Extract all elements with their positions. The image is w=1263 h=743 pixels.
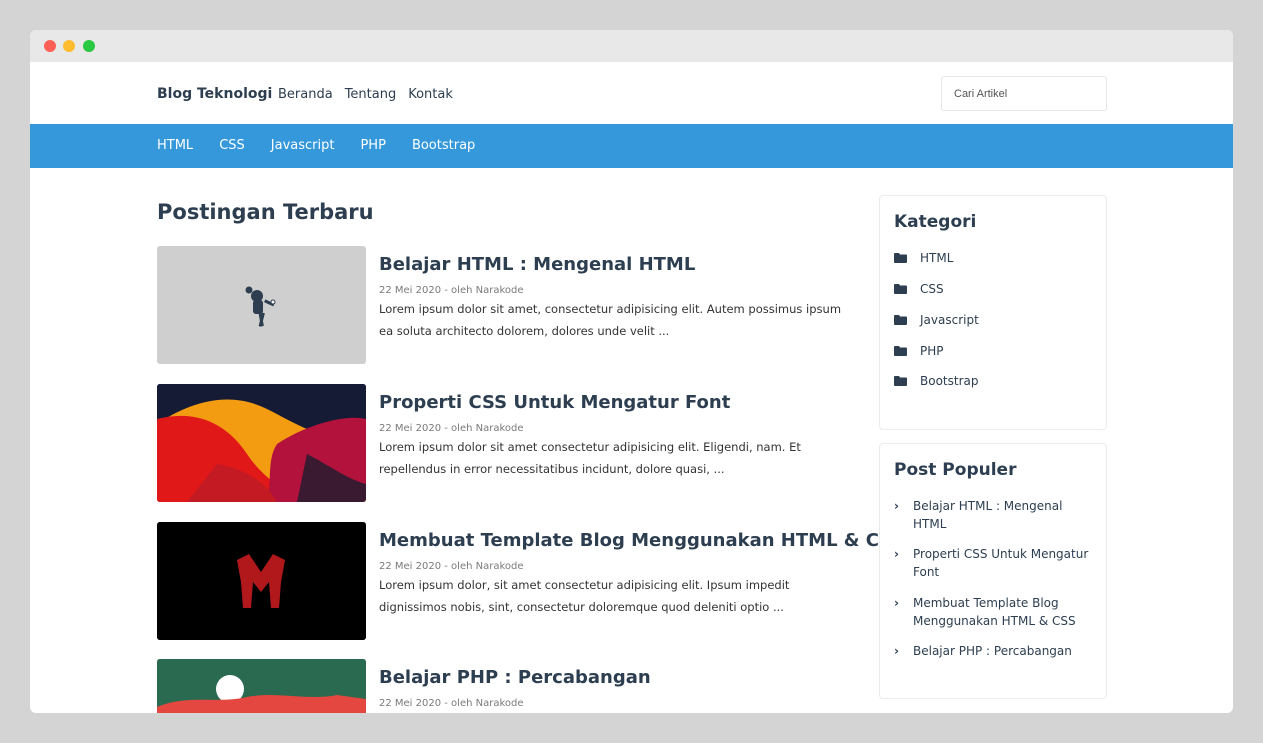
chevron-right-icon: › (894, 644, 899, 658)
category-link-php[interactable]: PHP (894, 344, 944, 358)
folder-icon (894, 284, 907, 294)
sunset-mountains-image (157, 659, 366, 713)
post-thumbnail[interactable] (157, 246, 366, 364)
post-body: Belajar PHP : Percabangan 22 Mei 2020 - … (379, 667, 849, 711)
folder-icon (894, 315, 907, 325)
chevron-right-icon: › (894, 547, 899, 561)
post-meta: 22 Mei 2020 - oleh Narakode (379, 561, 524, 572)
post-meta: 22 Mei 2020 - oleh Narakode (379, 423, 524, 434)
category-label: PHP (920, 344, 944, 358)
popular-widget: Post Populer › Belajar HTML : Mengenal H… (879, 443, 1107, 699)
post-card[interactable]: Belajar PHP : Percabangan 22 Mei 2020 - … (157, 659, 847, 713)
category-link-bootstrap[interactable]: Bootstrap (894, 374, 978, 388)
category-label: CSS (920, 282, 944, 296)
post-excerpt: Lorem ipsum dolor sit amet, consectetur … (379, 302, 842, 338)
category-widget: Kategori HTML CSS Javascript PHP Bootstr… (879, 195, 1107, 430)
octocat-icon (245, 286, 276, 327)
post-excerpt: Lorem ipsum dolor, sit amet consectetur … (379, 578, 790, 614)
post-body: Membuat Template Blog Menggunakan HTML &… (379, 530, 904, 618)
folder-icon (894, 376, 907, 386)
chevron-right-icon: › (894, 596, 899, 610)
category-link-javascript[interactable]: Javascript (894, 313, 979, 327)
post-meta: 22 Mei 2020 - oleh Narakode (379, 698, 524, 709)
post-thumbnail[interactable] (157, 659, 366, 713)
popular-post-link[interactable]: › Belajar HTML : Mengenal HTML (894, 497, 1094, 533)
popular-post-label: Belajar HTML : Mengenal HTML (913, 499, 1063, 531)
post-card[interactable]: Membuat Template Blog Menggunakan HTML &… (157, 522, 904, 640)
post-body: Properti CSS Untuk Mengatur Font 22 Mei … (379, 392, 849, 480)
category-label: Javascript (920, 313, 979, 327)
post-excerpt: Lorem ipsum dolor sit amet consectetur a… (379, 440, 801, 476)
category-widget-title: Kategori (894, 212, 977, 232)
post-body: Belajar HTML : Mengenal HTML 22 Mei 2020… (379, 254, 849, 342)
popular-post-label: Properti CSS Untuk Mengatur Font (913, 547, 1089, 579)
folder-icon (894, 253, 907, 263)
popular-post-link[interactable]: › Properti CSS Untuk Mengatur Font (894, 545, 1094, 581)
category-label: Bootstrap (920, 374, 979, 388)
post-title-link[interactable]: Membuat Template Blog Menggunakan HTML &… (379, 530, 904, 551)
post-thumbnail[interactable] (157, 384, 366, 502)
post-meta: 22 Mei 2020 - oleh Narakode (379, 285, 524, 296)
section-title: Postingan Terbaru (157, 200, 374, 224)
popular-widget-title: Post Populer (894, 460, 1017, 480)
category-label: HTML (920, 251, 954, 265)
popular-post-label: Membuat Template Blog Menggunakan HTML &… (913, 596, 1076, 628)
popular-post-label: Belajar PHP : Percabangan (913, 644, 1072, 658)
popular-post-link[interactable]: › Membuat Template Blog Menggunakan HTML… (894, 594, 1094, 630)
mask-icon (157, 522, 366, 640)
category-link-html[interactable]: HTML (894, 251, 953, 265)
popular-post-link[interactable]: › Belajar PHP : Percabangan (894, 642, 1094, 660)
waves-image (157, 384, 366, 502)
post-card[interactable]: Properti CSS Untuk Mengatur Font 22 Mei … (157, 384, 847, 502)
post-card[interactable]: Belajar HTML : Mengenal HTML 22 Mei 2020… (157, 246, 847, 364)
post-title-link[interactable]: Belajar PHP : Percabangan (379, 667, 651, 688)
page-viewport: Postingan Terbaru Belajar HTML: Mengena… (30, 30, 1233, 713)
folder-icon (894, 346, 907, 356)
post-title-link[interactable]: Properti CSS Untuk Mengatur Font (379, 392, 730, 413)
chevron-right-icon: › (894, 499, 899, 513)
post-title-link[interactable]: Belajar HTML : Mengenal HTML (379, 254, 695, 275)
category-link-css[interactable]: CSS (894, 282, 944, 296)
post-thumbnail[interactable] (157, 522, 366, 640)
